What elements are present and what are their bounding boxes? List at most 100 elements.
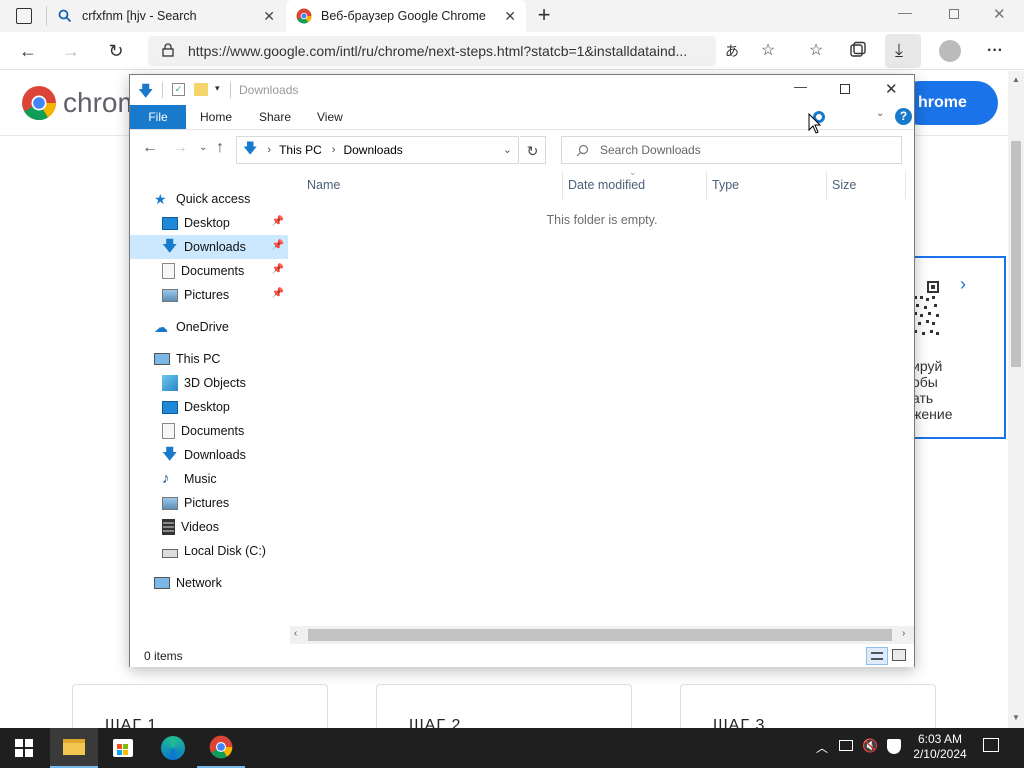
pin-icon[interactable]: 📌 [272,240,284,251]
horizontal-scroll-thumb[interactable] [308,629,892,641]
sidebar-item-local-disk[interactable]: Local Disk (C:) [130,539,288,563]
network-tray-icon[interactable] [839,740,853,751]
tray-chevron-icon[interactable]: ︿ [816,739,828,756]
sidebar-item-documents-pinned[interactable]: Documents 📌 [130,259,288,283]
start-button[interactable] [0,728,48,768]
sidebar-label: Downloads [184,448,246,462]
taskbar-edge[interactable] [149,728,197,768]
tab-actions-icon[interactable] [16,8,32,24]
column-divider[interactable] [706,171,707,199]
scroll-left-icon[interactable]: ‹ [294,628,297,639]
restore-browser-button[interactable] [949,9,959,19]
expand-ribbon-icon[interactable]: ⌄ [876,108,884,119]
column-date-modified[interactable]: Date modified [568,178,645,192]
address-field[interactable]: 🡇 › This PC › Downloads ⌄ [236,136,519,164]
column-divider[interactable] [562,171,563,199]
tab-view[interactable]: View [317,105,343,129]
properties-icon[interactable]: ✓ [172,83,185,96]
sidebar-item-desktop[interactable]: Desktop [130,395,288,419]
new-folder-icon[interactable] [194,83,208,96]
clock[interactable]: 6:03 AM 2/10/2024 [912,732,968,762]
scroll-right-icon[interactable]: › [902,628,905,639]
pin-icon[interactable]: 📌 [272,264,284,275]
more-options-icon[interactable]: ··· [985,41,1005,61]
sidebar-item-onedrive[interactable]: ☁ OneDrive [130,315,288,339]
notifications-icon[interactable] [983,738,999,752]
profile-avatar[interactable] [939,40,961,62]
lock-icon[interactable] [162,43,174,57]
taskbar-store[interactable] [99,728,147,768]
favorites-icon[interactable]: ☆ [806,41,826,61]
network-icon [154,577,170,589]
page-scroll-thumb[interactable] [1011,141,1021,367]
tab-search[interactable]: crfxfnm [hjv - Search ✕ [47,0,285,32]
new-tab-button[interactable]: + [534,3,554,27]
sidebar-item-pictures[interactable]: Pictures [130,491,288,515]
tab-title: crfxfnm [hjv - Search [82,9,197,23]
forward-button[interactable]: → [172,139,188,157]
cta-label: hrome [918,94,967,111]
minimize-browser-button[interactable]: — [898,4,912,20]
back-button[interactable]: ← [142,139,158,157]
minimize-button[interactable]: — [794,79,807,94]
page-scrollbar[interactable]: ▲ ▼ [1008,71,1024,728]
close-tab-icon[interactable]: ✕ [504,8,516,25]
breadcrumb-downloads[interactable]: Downloads [343,143,402,157]
search-field[interactable]: Search Downloads [561,136,902,164]
chevron-right-icon[interactable]: › [960,274,966,295]
refresh-button[interactable]: ↻ [105,40,127,62]
tab-chrome[interactable]: Веб-браузер Google Chrome ✕ [286,0,526,32]
item-count: 0 items [144,649,183,663]
sidebar-item-documents[interactable]: Documents [130,419,288,443]
sidebar-item-downloads-pinned[interactable]: 🡇 Downloads 📌 [130,235,288,259]
sidebar-item-this-pc[interactable]: This PC [130,347,288,371]
scroll-up-icon[interactable]: ▲ [1012,75,1020,84]
add-favorite-icon[interactable]: ☆ [758,41,778,61]
large-icons-view-button[interactable] [892,649,906,661]
close-browser-button[interactable]: ✕ [993,5,1006,23]
collections-icon[interactable] [848,41,868,61]
recent-locations-button[interactable]: ⌄ [199,142,207,153]
tab-share[interactable]: Share [259,105,291,129]
read-aloud-icon[interactable]: あ [722,41,742,61]
sidebar-item-network[interactable]: Network [130,571,288,595]
address-dropdown-icon[interactable]: ⌄ [503,143,512,156]
pin-icon[interactable]: 📌 [272,216,284,227]
sidebar-item-pictures-pinned[interactable]: Pictures 📌 [130,283,288,307]
sidebar-item-downloads[interactable]: 🡇 Downloads [130,443,288,467]
tab-file[interactable]: File [130,105,186,129]
sidebar-item-quick-access[interactable]: ★ Quick access [130,187,288,211]
column-size[interactable]: Size [832,178,856,192]
volume-muted-icon[interactable]: 🔇 [862,738,878,754]
column-divider[interactable] [905,171,906,199]
taskbar-file-explorer[interactable] [50,728,98,768]
security-shield-icon[interactable] [887,739,901,754]
sidebar-item-music[interactable]: ♪ Music [130,467,288,491]
tab-home[interactable]: Home [200,105,232,129]
horizontal-scrollbar[interactable]: ‹ › [290,626,914,644]
column-name[interactable]: Name [307,178,340,192]
customize-qat-icon[interactable]: ▾ [215,83,220,94]
sidebar-item-3d-objects[interactable]: 3D Objects [130,371,288,395]
forward-button[interactable]: → [60,40,82,62]
column-divider[interactable] [826,171,827,199]
url-field[interactable]: https://www.google.com/intl/ru/chrome/ne… [148,36,716,66]
back-button[interactable]: ← [17,40,39,62]
help-icon[interactable]: ? [895,108,912,125]
refresh-button[interactable]: ↻ [520,136,546,164]
sidebar-item-desktop-pinned[interactable]: Desktop 📌 [130,211,288,235]
breadcrumb-this-pc[interactable]: This PC [279,143,322,157]
column-type[interactable]: Type [712,178,739,192]
maximize-button[interactable] [840,84,850,94]
sidebar-item-videos[interactable]: Videos [130,515,288,539]
pin-icon[interactable]: 📌 [272,288,284,299]
navigation-row: ← → ⌄ ↑ 🡇 › This PC › Downloads ⌄ ↻ Sear… [130,133,914,167]
close-button[interactable]: ✕ [885,80,898,98]
taskbar-chrome[interactable] [197,728,245,768]
download-icon: ⤓ [895,40,903,60]
close-tab-icon[interactable]: ✕ [263,8,275,25]
up-button[interactable]: ↑ [216,139,224,157]
scroll-down-icon[interactable]: ▼ [1012,713,1020,722]
downloads-button[interactable]: ⤓ [885,34,921,68]
details-view-button[interactable] [866,647,888,665]
